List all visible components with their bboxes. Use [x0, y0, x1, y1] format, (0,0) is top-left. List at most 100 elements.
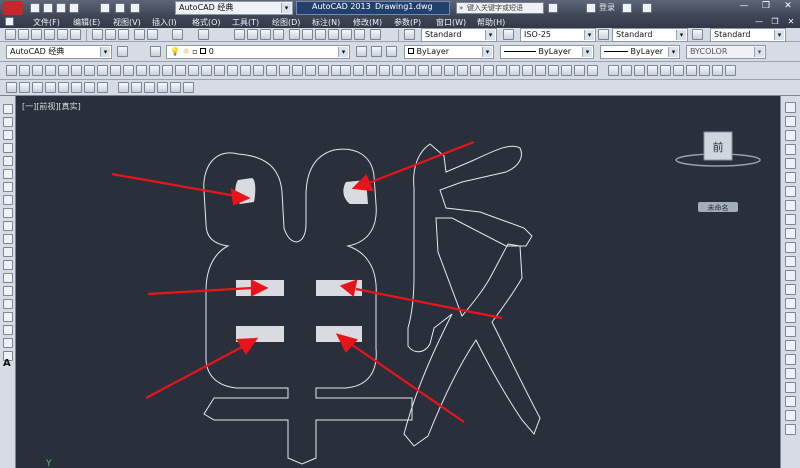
workspace-select[interactable]: AutoCAD 经典 ▾	[6, 45, 112, 59]
modify-tool-icon[interactable]	[785, 410, 796, 421]
camera-tool-icon[interactable]	[118, 82, 129, 93]
workspace-switcher[interactable]: AutoCAD 经典 ▾	[175, 1, 293, 15]
view-tool-icon[interactable]	[97, 65, 108, 76]
modify-tool-icon[interactable]	[785, 144, 796, 155]
draw-tool-icon[interactable]	[3, 208, 13, 218]
visual-style-icon[interactable]	[45, 82, 56, 93]
multileader-style-icon[interactable]	[692, 29, 703, 40]
draw-tool-icon[interactable]	[3, 169, 13, 179]
render-tool-icon[interactable]	[647, 65, 658, 76]
paste-icon[interactable]	[118, 29, 129, 40]
orbit-tool-icon[interactable]	[444, 65, 455, 76]
layer-state-icon[interactable]	[386, 46, 397, 57]
orbit-tool-icon[interactable]	[483, 65, 494, 76]
camera-tool-icon[interactable]	[131, 82, 142, 93]
open-file-icon[interactable]	[43, 3, 53, 13]
modify-tool-icon[interactable]	[785, 186, 796, 197]
render-tool-icon[interactable]	[673, 65, 684, 76]
menu-tools[interactable]: 工具(T)	[232, 17, 259, 28]
app-logo-icon[interactable]	[3, 1, 23, 15]
copy-icon[interactable]	[105, 29, 116, 40]
view-tool-icon[interactable]	[240, 65, 251, 76]
draw-tool-icon[interactable]	[3, 104, 13, 114]
view-tool-icon[interactable]	[162, 65, 173, 76]
modify-tool-icon[interactable]	[785, 340, 796, 351]
tool-palettes-icon[interactable]	[315, 29, 326, 40]
camera-tool-icon[interactable]	[144, 82, 155, 93]
view-tool-icon[interactable]	[175, 65, 186, 76]
zoom-previous-icon[interactable]	[273, 29, 284, 40]
draw-tool-icon[interactable]	[3, 195, 13, 205]
undo-icon[interactable]	[100, 3, 110, 13]
design-center-icon[interactable]	[302, 29, 313, 40]
save-toolbar-icon[interactable]	[31, 29, 42, 40]
orbit-tool-icon[interactable]	[470, 65, 481, 76]
make-current-icon[interactable]	[356, 46, 367, 57]
orbit-tool-icon[interactable]	[366, 65, 377, 76]
dim-style-icon[interactable]	[503, 29, 514, 40]
view-tool-icon[interactable]	[84, 65, 95, 76]
menu-help[interactable]: 帮助(H)	[477, 17, 505, 28]
orbit-tool-icon[interactable]	[392, 65, 403, 76]
draw-tool-icon[interactable]	[3, 182, 13, 192]
view-tool-icon[interactable]	[318, 65, 329, 76]
view-tool-icon[interactable]	[305, 65, 316, 76]
view-tool-icon[interactable]	[45, 65, 56, 76]
visual-style-icon[interactable]	[97, 82, 108, 93]
lineweight-select[interactable]: ByLayer ▾	[600, 45, 680, 59]
properties-icon[interactable]	[289, 29, 300, 40]
draw-tool-icon[interactable]	[3, 312, 13, 322]
orbit-tool-icon[interactable]	[522, 65, 533, 76]
modify-tool-icon[interactable]	[785, 158, 796, 169]
table-style-icon[interactable]	[598, 29, 609, 40]
draw-tool-icon[interactable]	[3, 130, 13, 140]
minimize-button[interactable]: —	[734, 1, 754, 14]
render-tool-icon[interactable]	[725, 65, 736, 76]
publish-icon[interactable]	[70, 29, 81, 40]
visual-style-icon[interactable]	[32, 82, 43, 93]
draw-tool-icon[interactable]	[3, 247, 13, 257]
view-tool-icon[interactable]	[201, 65, 212, 76]
zoom-window-icon[interactable]	[260, 29, 271, 40]
cut-icon[interactable]	[92, 29, 103, 40]
orbit-tool-icon[interactable]	[496, 65, 507, 76]
camera-tool-icon[interactable]	[183, 82, 194, 93]
close-button[interactable]: ✕	[778, 1, 798, 14]
multileader-style-select[interactable]: Standard ▾	[710, 28, 786, 42]
save-icon[interactable]	[56, 3, 66, 13]
plot-style-select[interactable]: BYCOLOR ▾	[686, 45, 766, 59]
menu-file[interactable]: 文件(F)	[33, 17, 60, 28]
undo-toolbar-icon[interactable]	[172, 29, 183, 40]
render-tool-icon[interactable]	[621, 65, 632, 76]
orbit-tool-icon[interactable]	[509, 65, 520, 76]
doc-restore-button[interactable]: ❐	[768, 17, 782, 27]
modify-tool-icon[interactable]	[785, 368, 796, 379]
visual-style-icon[interactable]	[58, 82, 69, 93]
layer-manager-icon[interactable]	[150, 46, 161, 57]
view-tool-icon[interactable]	[6, 65, 17, 76]
view-tool-icon[interactable]	[19, 65, 30, 76]
match-properties-icon[interactable]	[134, 29, 145, 40]
modify-tool-icon[interactable]	[785, 298, 796, 309]
text-style-icon[interactable]	[404, 29, 415, 40]
view-tool-icon[interactable]	[253, 65, 264, 76]
block-editor-icon[interactable]	[147, 29, 158, 40]
table-style-select[interactable]: Standard ▾	[612, 28, 688, 42]
draw-tool-icon[interactable]	[3, 234, 13, 244]
user-icon[interactable]	[586, 3, 596, 13]
draw-tool-icon[interactable]	[3, 117, 13, 127]
plot-preview-icon[interactable]	[57, 29, 68, 40]
orbit-tool-icon[interactable]	[379, 65, 390, 76]
modify-tool-icon[interactable]	[785, 172, 796, 183]
view-tool-icon[interactable]	[149, 65, 160, 76]
drawing-area[interactable]: [一][前视][真实] 前 未命名 Y	[16, 96, 780, 468]
menu-draw[interactable]: 绘图(D)	[272, 17, 300, 28]
camera-tool-icon[interactable]	[170, 82, 181, 93]
visual-style-icon[interactable]	[84, 82, 95, 93]
modify-tool-icon[interactable]	[785, 396, 796, 407]
orbit-tool-icon[interactable]	[457, 65, 468, 76]
linetype-select[interactable]: ByLayer ▾	[500, 45, 594, 59]
multiline-text-icon[interactable]: A	[3, 358, 11, 369]
camera-tool-icon[interactable]	[157, 82, 168, 93]
redo-toolbar-icon[interactable]	[198, 29, 209, 40]
